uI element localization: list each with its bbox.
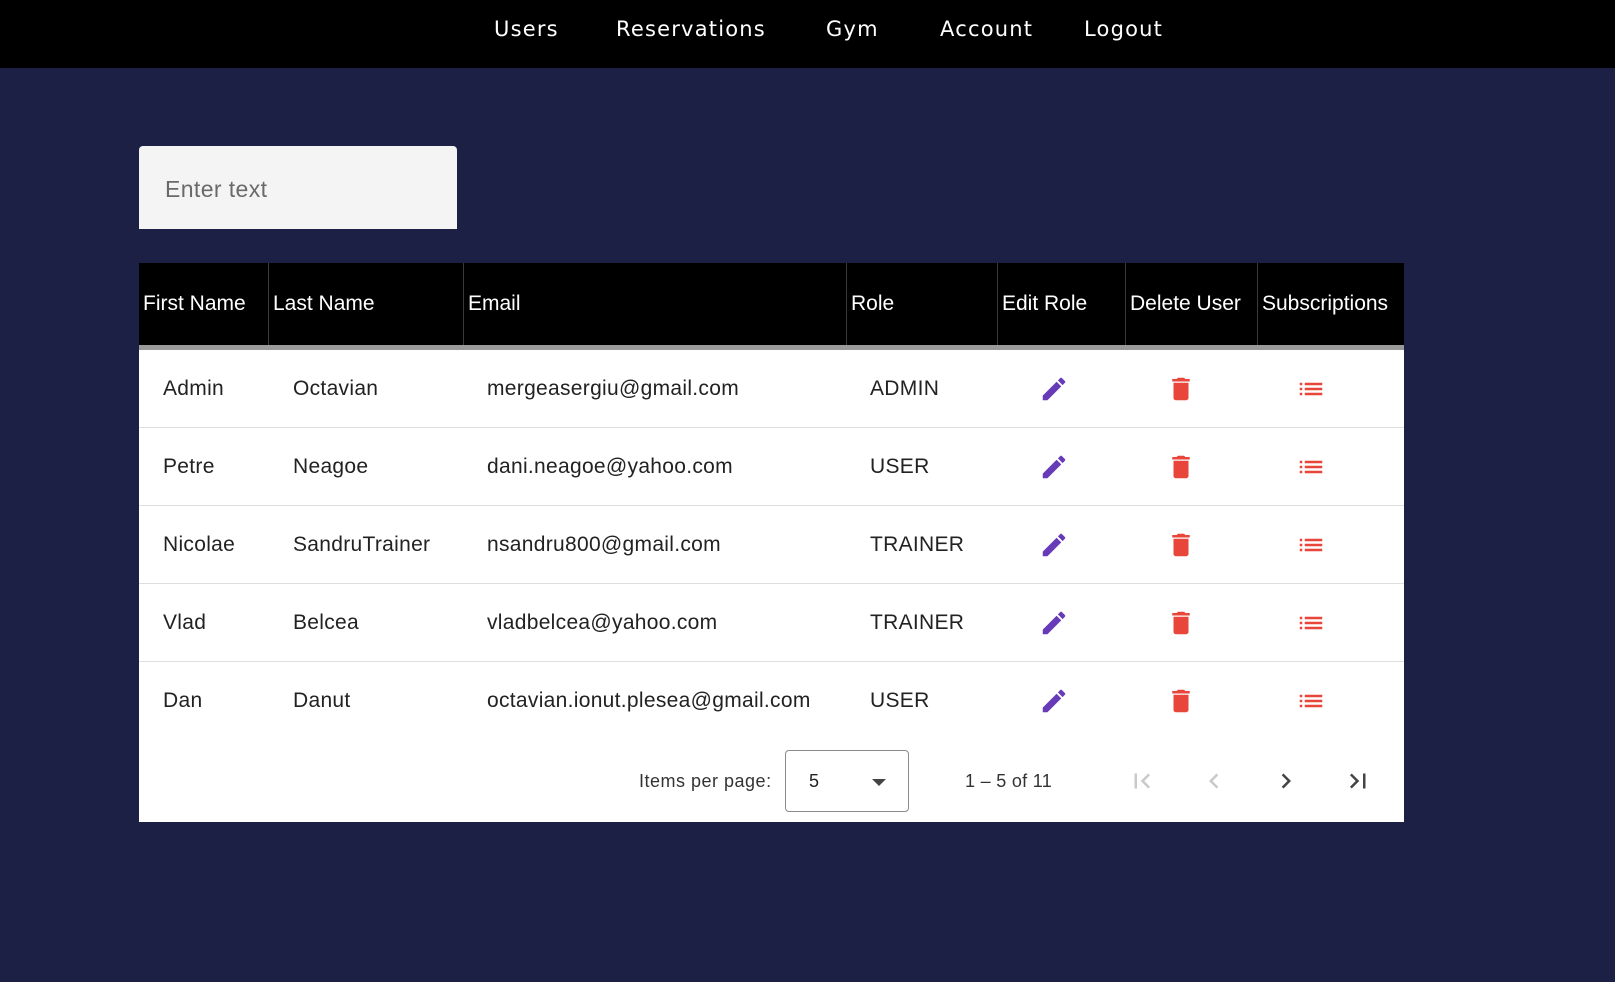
role-cell: USER (870, 455, 930, 478)
search-input[interactable] (163, 172, 437, 206)
last-name-cell: Octavian (293, 377, 379, 400)
search-field (139, 146, 457, 229)
list-icon[interactable] (1296, 608, 1326, 638)
page-size-value: 5 (809, 771, 820, 791)
header-delete-user: Delete User (1125, 263, 1257, 345)
last-name-cell: Danut (293, 689, 351, 712)
header-email[interactable]: Email (463, 263, 846, 345)
page-range-label: 1 – 5 of 11 (965, 771, 1053, 791)
email-cell: vladbelcea@yahoo.com (487, 611, 718, 634)
table-row: Nicolae SandruTrainer nsandru800@gmail.com… (139, 506, 1404, 584)
header-first-name[interactable]: First Name (139, 263, 268, 345)
first-name-cell: Nicolae (163, 533, 236, 556)
list-icon[interactable] (1296, 686, 1326, 716)
trash-icon[interactable] (1166, 452, 1196, 482)
users-table: First Name Last Name Email Role Edit Rol… (139, 263, 1404, 822)
email-cell: mergeasergiu@gmail.com (487, 377, 740, 400)
list-icon[interactable] (1296, 452, 1326, 482)
role-cell: TRAINER (870, 533, 965, 556)
table-row: Petre Neagoe dani.neagoe@yahoo.com USER (139, 428, 1404, 506)
nav-account-link[interactable]: Account (940, 16, 1033, 42)
role-cell: USER (870, 689, 930, 712)
trash-icon[interactable] (1166, 686, 1196, 716)
role-cell: TRAINER (870, 611, 965, 634)
page-size-select[interactable]: 5 (785, 750, 909, 812)
pencil-icon[interactable] (1039, 686, 1069, 716)
table-row: Vlad Belcea vladbelcea@yahoo.com TRAINER (139, 584, 1404, 662)
paginator: Items per page: 5 1 – 5 of 11 (139, 740, 1404, 822)
last-name-cell: Neagoe (293, 455, 369, 478)
trash-icon[interactable] (1166, 608, 1196, 638)
nav-gym-link[interactable]: Gym (826, 16, 879, 42)
email-cell: nsandru800@gmail.com (487, 533, 721, 556)
header-last-name[interactable]: Last Name (268, 263, 463, 345)
pencil-icon[interactable] (1039, 530, 1069, 560)
last-name-cell: SandruTrainer (293, 533, 431, 556)
top-navigation: Users Reservations Gym Account Logout (0, 0, 1615, 68)
nav-logout-link[interactable]: Logout (1084, 16, 1163, 42)
table-header: First Name Last Name Email Role Edit Rol… (139, 263, 1404, 350)
chevron-right-icon[interactable] (1271, 766, 1301, 796)
dropdown-caret-icon (872, 779, 886, 786)
role-cell: ADMIN (870, 377, 940, 400)
chevron-left-icon[interactable] (1199, 766, 1229, 796)
header-role[interactable]: Role (846, 263, 997, 345)
first-name-cell: Admin (163, 377, 225, 400)
items-per-page-label: Items per page: (639, 771, 772, 791)
email-cell: dani.neagoe@yahoo.com (487, 455, 733, 478)
last-name-cell: Belcea (293, 611, 360, 634)
header-subscriptions: Subscriptions (1257, 263, 1404, 345)
pencil-icon[interactable] (1039, 374, 1069, 404)
list-icon[interactable] (1296, 530, 1326, 560)
first-name-cell: Vlad (163, 611, 207, 634)
header-edit-role: Edit Role (997, 263, 1125, 345)
email-cell: octavian.ionut.plesea@gmail.com (487, 689, 811, 712)
list-icon[interactable] (1296, 374, 1326, 404)
pencil-icon[interactable] (1039, 608, 1069, 638)
nav-users-link[interactable]: Users (494, 16, 559, 42)
table-row: Dan Danut octavian.ionut.plesea@gmail.com U… (139, 662, 1404, 740)
first-page-icon[interactable] (1127, 766, 1157, 796)
first-name-cell: Dan (163, 689, 203, 712)
table-row: Admin Octavian mergeasergiu@gmail.com ADMIN (139, 350, 1404, 428)
pencil-icon[interactable] (1039, 452, 1069, 482)
nav-reservations-link[interactable]: Reservations (616, 16, 766, 42)
first-name-cell: Petre (163, 455, 215, 478)
trash-icon[interactable] (1166, 530, 1196, 560)
trash-icon[interactable] (1166, 374, 1196, 404)
last-page-icon[interactable] (1343, 766, 1373, 796)
